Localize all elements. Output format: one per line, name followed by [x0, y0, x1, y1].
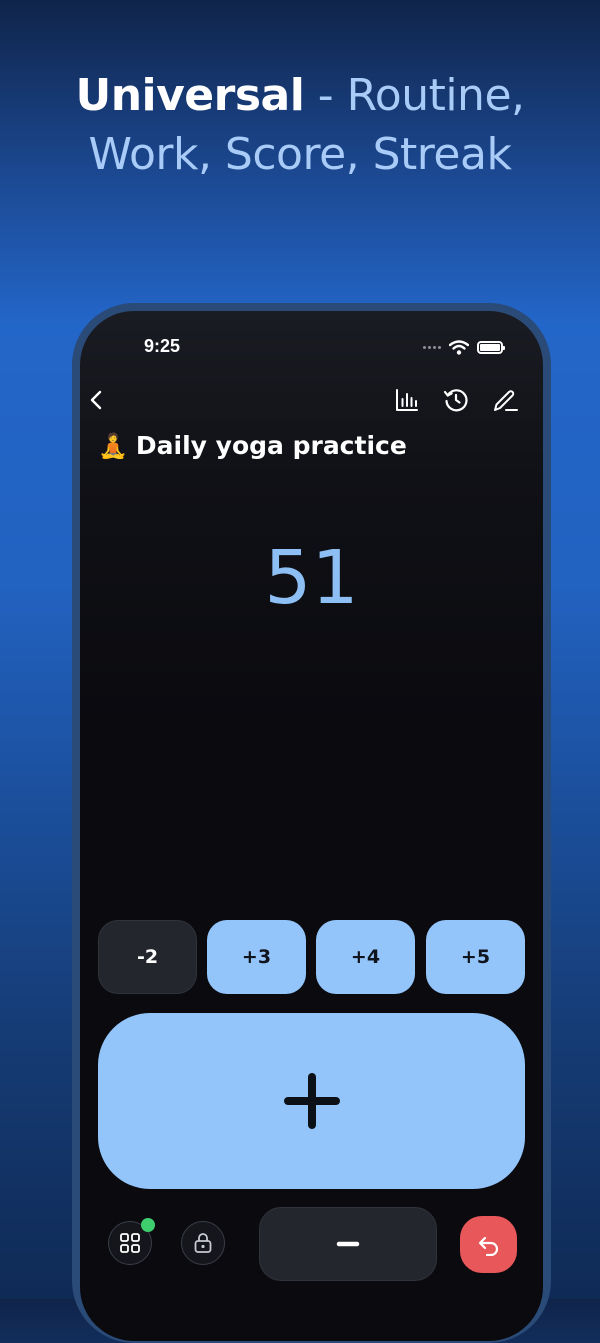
- edit-pencil-icon: [494, 390, 518, 411]
- lock-icon: [194, 1233, 212, 1253]
- plus-icon: [283, 1073, 340, 1129]
- battery-icon: [477, 340, 505, 354]
- phone-screen: 9:25 🧘 Daily yoga practice 51 -2 +3 +4 +…: [80, 311, 543, 1341]
- counter-title: 🧘 Daily yoga practice: [98, 431, 407, 460]
- back-button[interactable]: [82, 385, 112, 415]
- counter-title-text: Daily yoga practice: [135, 431, 407, 460]
- status-time: 9:25: [144, 336, 181, 356]
- increment-button[interactable]: [98, 1013, 525, 1189]
- status-icons: [423, 339, 505, 355]
- headline-separator: -: [304, 70, 347, 121]
- counter-value: 51: [264, 535, 359, 621]
- headline-line2: Work, Score, Streak: [88, 129, 512, 180]
- headline-part1: Universal: [75, 70, 305, 121]
- step-button-plus-4[interactable]: +4: [316, 920, 415, 994]
- minus-icon: [336, 1241, 360, 1247]
- step-button-plus-5[interactable]: +5: [426, 920, 525, 994]
- undo-icon: [478, 1236, 498, 1256]
- yoga-emoji-icon: 🧘: [98, 431, 128, 460]
- undo-button[interactable]: [460, 1216, 517, 1273]
- history-button[interactable]: [441, 385, 471, 415]
- headline-part2: Routine,: [346, 70, 525, 121]
- bar-chart-icon: [396, 389, 418, 411]
- notification-dot: [141, 1218, 155, 1232]
- lock-button[interactable]: [181, 1221, 225, 1265]
- stats-button[interactable]: [392, 385, 422, 415]
- wifi-icon: [449, 339, 469, 355]
- decrement-button[interactable]: [259, 1207, 437, 1281]
- edit-button[interactable]: [490, 385, 520, 415]
- grid-menu-button[interactable]: [108, 1218, 155, 1265]
- step-button-plus-3[interactable]: +3: [207, 920, 306, 994]
- grid-icon: [120, 1233, 140, 1253]
- chevron-left-icon: [90, 390, 102, 410]
- step-button-minus-2[interactable]: -2: [98, 920, 197, 994]
- signal-dots-icon: [423, 345, 441, 349]
- marketing-headline: Universal - Routine, Work, Score, Streak: [0, 66, 600, 184]
- history-icon: [443, 389, 468, 412]
